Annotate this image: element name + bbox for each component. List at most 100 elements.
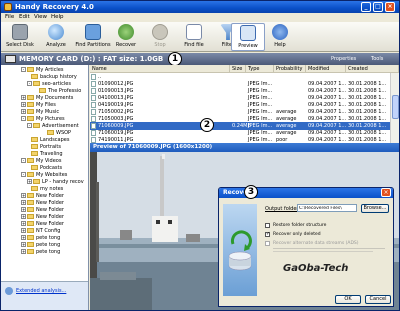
tree-item[interactable]: + My Music: [21, 109, 59, 116]
minimize-button[interactable]: _: [361, 2, 371, 12]
tree-item[interactable]: WSOP: [47, 130, 71, 137]
vertical-scrollbar[interactable]: [390, 73, 399, 143]
callout-3: 3: [244, 185, 258, 199]
gaoba-tech-watermark: GaOba-Tech: [283, 263, 349, 274]
toolbar: Select Disk Analyze Find Partitions Reco…: [1, 22, 399, 52]
tree-item[interactable]: + pete tong: [21, 235, 60, 242]
recover-dialog: Recover × Output folder: Browse... Resto…: [218, 187, 394, 307]
window-title: Handy Recovery 4.0: [15, 3, 94, 11]
callout-1: 1: [168, 52, 182, 66]
tree-item[interactable]: + My Files: [21, 102, 56, 109]
drive-header: MEMORY CARD (D:) : FAT size: 1.0GB Prope…: [1, 53, 399, 65]
tree-item[interactable]: backup history: [31, 74, 77, 81]
analyze-button[interactable]: Analyze: [39, 23, 73, 51]
find-partitions-button[interactable]: Find Partitions: [73, 23, 113, 51]
menu-help[interactable]: Help: [51, 14, 64, 20]
output-folder-label: Output folder:: [265, 206, 301, 212]
tree-item[interactable]: + My Documents: [21, 95, 73, 102]
tree-item[interactable]: - My Pictures: [21, 116, 65, 123]
title-bar: Handy Recovery 4.0 _ □ ×: [1, 1, 399, 13]
app-window: Handy Recovery 4.0 _ □ × File Edit View …: [0, 0, 400, 311]
tree-item[interactable]: + New Folder: [21, 207, 64, 214]
find-partitions-icon: [85, 24, 101, 40]
table-row[interactable]: 74190011.JPG JPEG Im... poor 09.04.2007 1..…: [90, 136, 399, 143]
tree-item[interactable]: + New Folder: [21, 214, 64, 221]
cell-prob: poor: [276, 137, 288, 143]
extended-analysis-link[interactable]: Extended analysis...: [16, 288, 66, 294]
browse-button[interactable]: Browse...: [361, 204, 389, 213]
column-header-name[interactable]: Name: [90, 65, 230, 73]
tree-item[interactable]: + New Folder: [21, 221, 64, 228]
tree-item[interactable]: Landscapes: [31, 137, 69, 144]
recover-ads-label: Recover alternate data streams (ADS): [273, 241, 359, 246]
column-header-size[interactable]: Size: [230, 65, 246, 73]
close-button[interactable]: ×: [385, 2, 395, 12]
tree-item[interactable]: + New Folder: [21, 193, 64, 200]
help-button[interactable]: Help: [263, 23, 297, 51]
tree-item[interactable]: - My Websites: [21, 172, 67, 179]
search-icon: [5, 287, 13, 295]
recover-ads-checkbox[interactable]: [265, 241, 270, 246]
tree-item[interactable]: Traveling: [31, 151, 63, 158]
analyze-icon: [48, 24, 64, 40]
restore-structure-checkbox[interactable]: [265, 223, 270, 228]
tree-item[interactable]: + pete tong: [21, 249, 60, 256]
recover-illustration: [223, 204, 257, 296]
help-icon: [272, 24, 288, 40]
tree-item[interactable]: - My Articles: [21, 67, 64, 74]
maximize-button[interactable]: □: [373, 2, 383, 12]
ads-note-line: [273, 248, 385, 249]
preview-button[interactable]: Preview: [231, 23, 265, 51]
tree-item[interactable]: + LP - handy recov: [27, 179, 84, 186]
tree-item[interactable]: Portraits: [31, 144, 61, 151]
dialog-close-button[interactable]: ×: [381, 188, 391, 197]
folder-tree: - My Articles backup history - seo-article…: [1, 65, 89, 310]
column-header-type[interactable]: Type: [246, 65, 274, 73]
tools-link[interactable]: Tools: [371, 56, 383, 62]
preview-icon: [240, 25, 256, 41]
tree-item[interactable]: - seo-articles: [27, 81, 71, 88]
scroll-thumb[interactable]: [392, 95, 399, 119]
app-icon: [4, 3, 12, 11]
cell-created: 30.01.2008 1...: [348, 137, 387, 143]
output-folder-input[interactable]: [297, 204, 357, 212]
recover-button[interactable]: Recover: [109, 23, 143, 51]
tree-item[interactable]: - My Videos: [21, 158, 61, 165]
find-file-button[interactable]: Find file: [177, 23, 211, 51]
recover-deleted-checkbox[interactable]: ✓: [265, 232, 270, 237]
file-list: Name Size Type Probability Modified Crea…: [90, 65, 399, 143]
menu-edit[interactable]: Edit: [19, 14, 30, 20]
tree-item[interactable]: + NT Config: [21, 228, 60, 235]
memory-card-icon: [5, 55, 16, 63]
select-disk-button[interactable]: Select Disk: [3, 23, 37, 51]
tree-item[interactable]: Podcasts: [31, 165, 62, 172]
callout-2: 2: [200, 118, 214, 132]
column-header-probability[interactable]: Probability: [274, 65, 306, 73]
tree-item[interactable]: - Advertisement: [27, 123, 79, 130]
ok-button[interactable]: OK: [335, 295, 361, 304]
stop-icon: [152, 24, 168, 40]
menu-file[interactable]: File: [5, 14, 14, 20]
preview-title: Preview of 71060009.JPG (1600x1200): [90, 143, 399, 152]
drive-title: MEMORY CARD (D:) : FAT size: 1.0GB: [19, 55, 164, 63]
menu-view[interactable]: View: [34, 14, 47, 20]
recover-icon: [118, 24, 134, 40]
cell-type: JPEG Im...: [248, 137, 273, 143]
cell-modified: 09.04.2007 1...: [308, 137, 347, 143]
restore-structure-label: Restore folder structure: [273, 223, 327, 228]
column-header-modified[interactable]: Modified: [306, 65, 346, 73]
properties-link[interactable]: Properties: [331, 56, 356, 62]
tree-footer: Extended analysis...: [1, 281, 88, 310]
stop-button[interactable]: Stop: [143, 23, 177, 51]
column-header-created[interactable]: Created: [346, 65, 399, 73]
ads-note-line: [273, 251, 373, 252]
tree-item[interactable]: + New Folder: [21, 200, 64, 207]
cancel-button[interactable]: Cancel: [365, 295, 391, 304]
tree-item[interactable]: The Professio: [39, 88, 81, 95]
recover-deleted-label: Recover only deleted: [273, 232, 321, 237]
tree-item[interactable]: + pete tong: [21, 242, 60, 249]
cell-name: 74190011.JPG: [98, 137, 134, 143]
disk-icon: [12, 24, 28, 40]
menu-bar: File Edit View Help: [1, 13, 399, 22]
tree-item[interactable]: my notes: [31, 186, 63, 193]
